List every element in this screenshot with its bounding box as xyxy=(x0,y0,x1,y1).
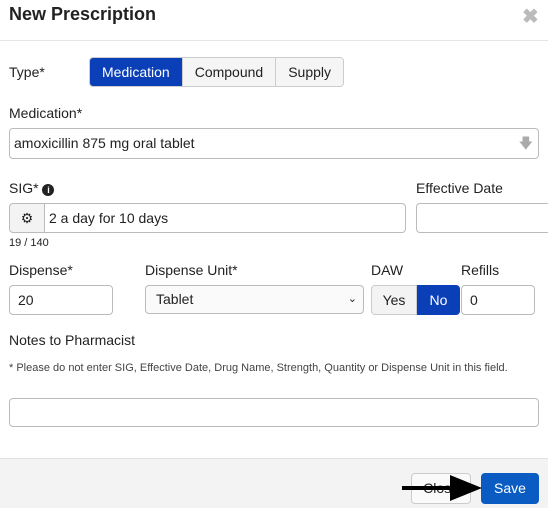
type-medication[interactable]: Medication xyxy=(90,58,182,86)
sig-input-group: ⚙ 2 a day for 10 days xyxy=(9,203,406,233)
divider xyxy=(0,40,548,41)
gear-icon[interactable]: ⚙ xyxy=(9,203,45,233)
dispense-unit-label: Dispense Unit* xyxy=(145,262,238,278)
medication-value: amoxicillin 875 mg oral tablet xyxy=(14,135,195,151)
type-label: Type* xyxy=(9,64,45,80)
notes-label: Notes to Pharmacist xyxy=(9,332,136,348)
notes-hint: * Please do not enter SIG, Effective Dat… xyxy=(9,362,508,374)
daw-yes[interactable]: Yes xyxy=(371,285,417,315)
dialog-title: New Prescription xyxy=(9,4,157,24)
arrow-down-icon: 🡇 xyxy=(518,135,533,151)
dispense-unit-select[interactable]: Tablet ⌄ xyxy=(145,285,364,314)
refills-input[interactable]: 0 xyxy=(461,285,535,315)
type-compound[interactable]: Compound xyxy=(181,58,276,86)
dispense-unit-value: Tablet xyxy=(156,291,194,307)
daw-label: DAW xyxy=(371,262,404,278)
type-supply[interactable]: Supply xyxy=(275,58,344,86)
close-icon[interactable]: ✖ xyxy=(522,4,539,29)
sig-label-text: SIG* xyxy=(9,180,39,196)
sig-label: SIG* i xyxy=(9,180,55,196)
dispense-label: Dispense* xyxy=(9,262,73,278)
info-icon[interactable]: i xyxy=(42,184,55,196)
save-button[interactable]: Save xyxy=(481,473,539,504)
type-toggle: Medication Compound Supply xyxy=(89,57,345,87)
daw-toggle: Yes No xyxy=(371,285,460,315)
medication-input[interactable]: amoxicillin 875 mg oral tablet 🡇 xyxy=(9,128,539,159)
sig-counter: 19 / 140 xyxy=(9,237,49,249)
medication-label: Medication* xyxy=(9,105,83,121)
sig-input[interactable]: 2 a day for 10 days xyxy=(45,203,406,233)
arrow-pointer-icon xyxy=(402,475,482,501)
daw-no[interactable]: No xyxy=(417,285,460,315)
effective-date-input[interactable] xyxy=(416,203,548,233)
refills-label: Refills xyxy=(461,262,500,278)
dispense-input[interactable]: 20 xyxy=(9,285,113,315)
notes-input[interactable] xyxy=(9,398,539,427)
effective-date-label: Effective Date xyxy=(416,180,503,196)
chevron-down-icon: ⌄ xyxy=(347,293,357,305)
